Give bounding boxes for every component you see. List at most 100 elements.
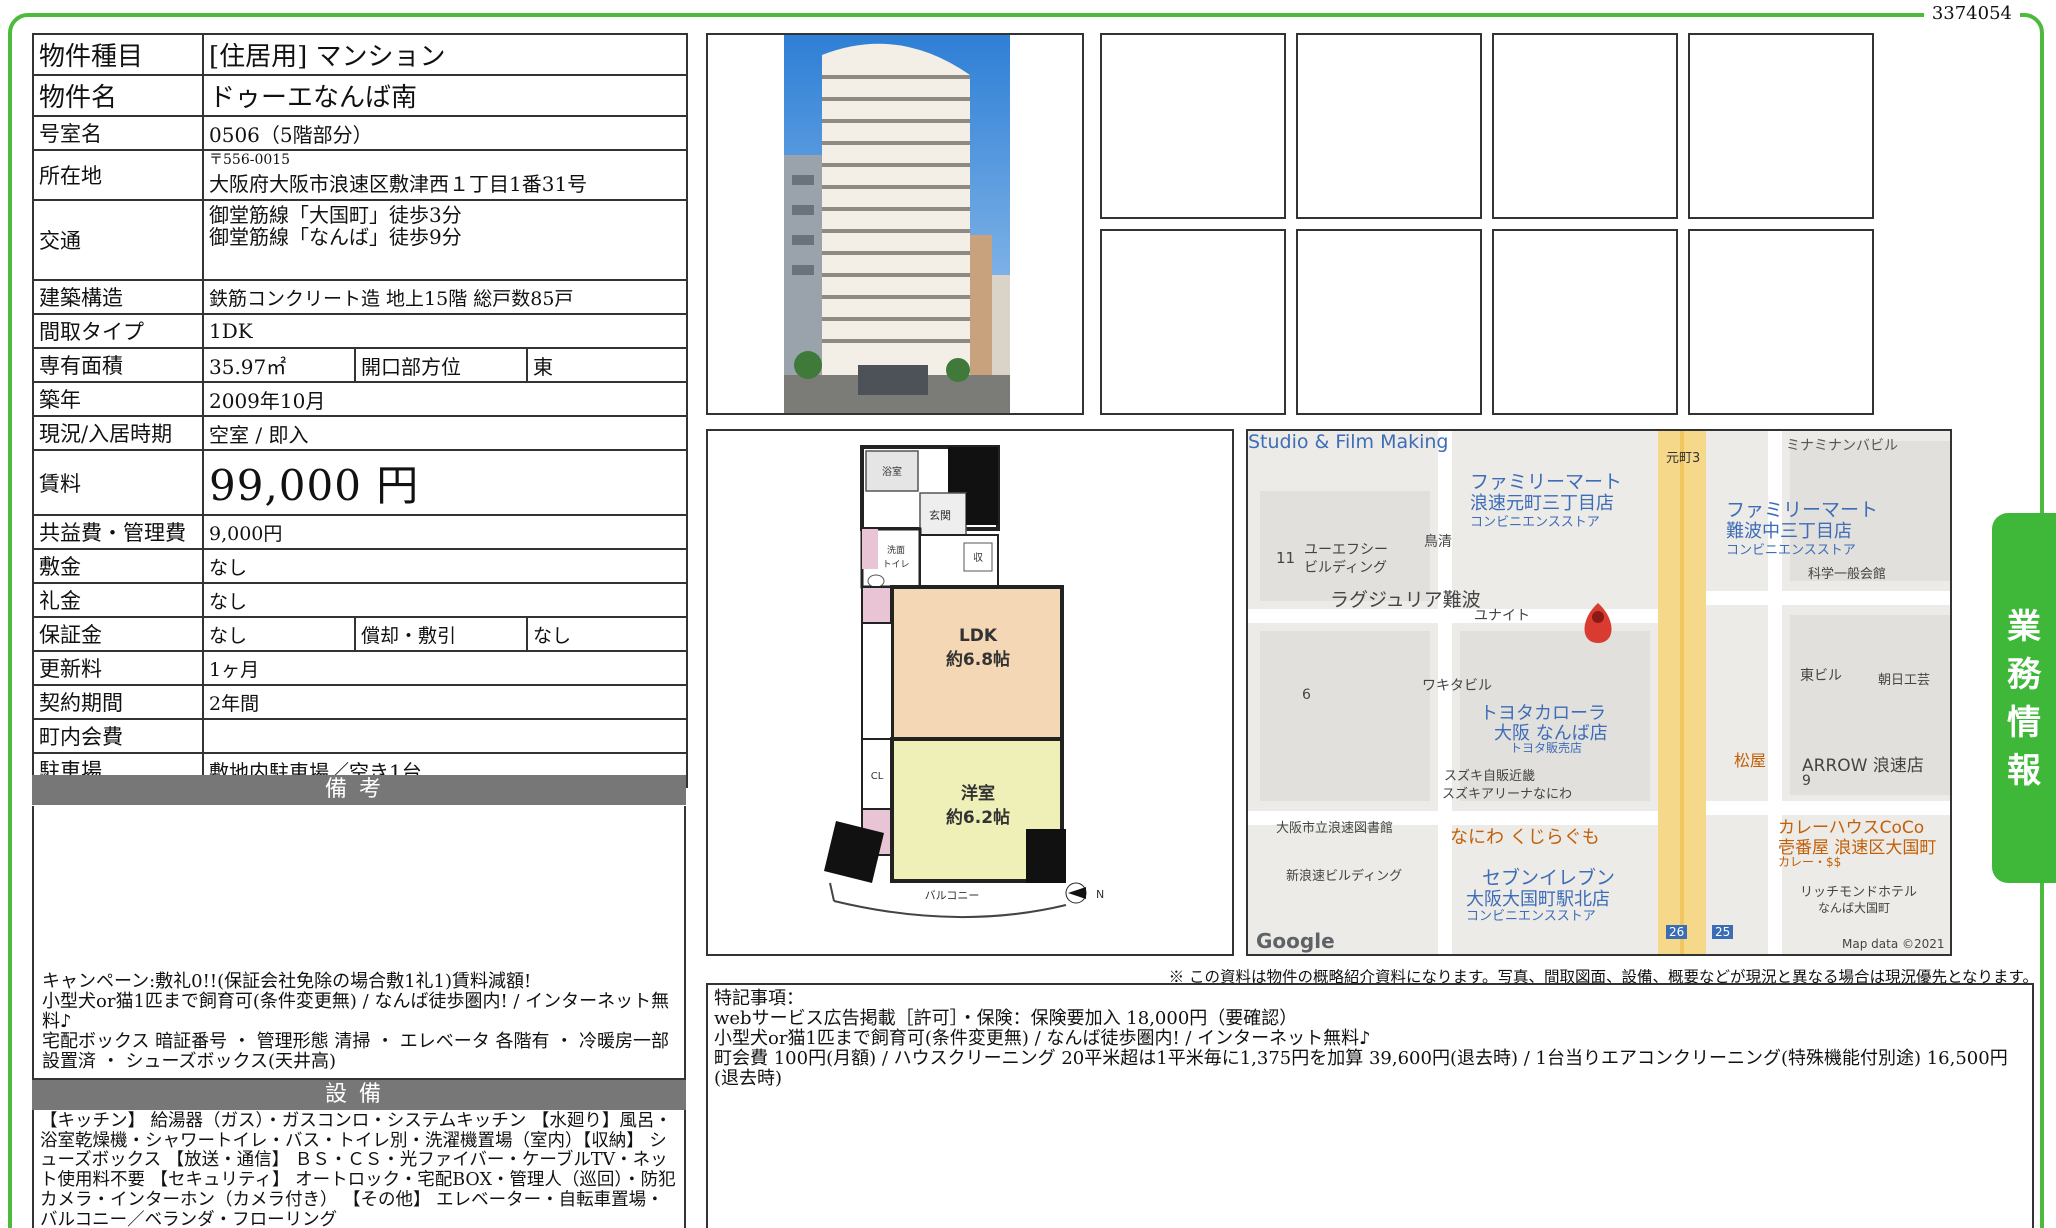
fee-label: 共益費・管理費: [32, 514, 204, 550]
name-value: ドゥーエなんば南: [201, 74, 689, 117]
structure-value: 鉄筋コンクリート造 地上15階 総戸数85戸: [201, 279, 689, 315]
fp-ldk-size: 約6.8帖: [946, 649, 1010, 670]
map-label-37: リッチモンドホテル: [1800, 885, 1918, 900]
fp-bath-label: 浴室: [882, 465, 902, 478]
map-label-8: コンビニエンスストア: [1726, 543, 1856, 558]
address-label: 所在地: [32, 149, 204, 201]
map-label-33: 新浪速ビルディング: [1286, 869, 1403, 884]
map-label-18: 東ビル: [1800, 668, 1842, 684]
layout-value: 1DK: [201, 313, 689, 349]
photo-slot-3: [1492, 33, 1678, 219]
map-label-24: ARROW 浪速店: [1802, 756, 1924, 776]
structure-label: 建築構造: [32, 279, 204, 315]
term-value: 2年間: [201, 684, 689, 720]
remarks-heading: 特記事項：: [714, 988, 804, 1009]
photo-slot-1: [1100, 33, 1286, 219]
rent-label: 賃料: [32, 449, 204, 516]
built-label: 築年: [32, 381, 204, 417]
property-spec-table: 物件種目 [住居用] マンション 物件名 ドゥーエなんば南 号室名 0506（5階部分…: [32, 33, 689, 788]
business-info-tab-label: 業務情報: [2007, 607, 2041, 791]
equipment-box: 【キッチン】 給湯器（ガス）・ガスコンロ・システムキッチン 【水廻り】風呂・浴室…: [32, 1110, 686, 1228]
map-label-26: スズキ自販近畿: [1444, 769, 1536, 784]
guarantee-value: なし: [202, 616, 356, 652]
keymoney-label: 礼金: [32, 582, 204, 618]
building-photo-frame: [706, 33, 1084, 415]
type-value: [住居用] マンション: [201, 33, 689, 76]
fp-washroom-label: 洗面: [887, 544, 905, 556]
keymoney-value: なし: [201, 582, 689, 618]
layout-label: 間取タイプ: [32, 313, 204, 349]
fp-western-label: 洋室: [961, 783, 995, 804]
notes-text: キャンペーン:敷礼0!!(保証会社免除の場合敷1礼1)賃料減額! 小型犬or猫1…: [42, 971, 670, 1072]
direction-value: 東: [525, 347, 689, 383]
photo-slot-4: [1688, 33, 1874, 219]
photo-slot-2: [1296, 33, 1482, 219]
area-label: 専有面積: [32, 347, 204, 383]
direction-label: 開口部方位: [354, 347, 528, 383]
map-label-40: 25: [1712, 925, 1734, 939]
fp-western-size: 約6.2帖: [946, 807, 1010, 828]
fp-balcony-label: バルコニー: [925, 889, 980, 902]
fee-value: 9,000円: [201, 514, 689, 550]
map-label-13: 科学一般会館: [1808, 567, 1887, 582]
notes-heading: 備考: [32, 775, 686, 805]
special-remarks: 特記事項： webサービス広告掲載［許可］・保険：保険要加入 18,000円（要…: [706, 983, 2034, 1228]
map-label-9: ユーエフシー: [1304, 542, 1388, 558]
map-label-11: 11: [1276, 549, 1296, 567]
map-label-22: トヨタ販売店: [1510, 741, 1583, 755]
amort-value: なし: [525, 616, 689, 652]
fp-toilet-label: トイレ: [882, 560, 909, 570]
map-label-0: Studio & Film Making: [1248, 431, 1449, 453]
fp-ldk-label: LDK: [959, 626, 998, 646]
built-value: 2009年10月: [201, 381, 689, 417]
map-label-15: ユナイト: [1474, 608, 1530, 624]
photo-slot-5: [1100, 229, 1286, 415]
map-label-3: コンビニエンスストア: [1470, 515, 1600, 530]
map-label-10: ビルディング: [1304, 560, 1388, 576]
room-label: 号室名: [32, 115, 204, 151]
townfee-value: [201, 718, 689, 754]
photo-slot-7: [1492, 229, 1678, 415]
transport-line-1: 御堂筋線「大国町」徒歩3分: [209, 203, 462, 227]
address-value: 大阪府大阪市浪速区敷津西１丁目1番31号: [209, 172, 588, 196]
photo-slot-8: [1688, 229, 1874, 415]
equipment-text: 【キッチン】 給湯器（ガス）・ガスコンロ・システムキッチン 【水廻り】風呂・浴室…: [40, 1111, 676, 1228]
map-label-29: なにわ くじらぐも: [1450, 827, 1600, 848]
document-id: 3374054: [1923, 2, 2020, 26]
equipment-heading: 設備: [32, 1080, 686, 1110]
transport-line-2: 御堂筋線「なんば」徒歩9分: [209, 225, 462, 249]
term-label: 契約期間: [32, 684, 204, 720]
map-label-5: ミナミナンバビル: [1786, 438, 1898, 454]
transport-cell: 御堂筋線「大国町」徒歩3分 御堂筋線「なんば」徒歩9分: [201, 199, 689, 281]
transport-label: 交通: [32, 199, 204, 281]
map-label-16: 朝日工芸: [1878, 673, 1931, 688]
map-label-14: ラグジュリア難波: [1330, 589, 1481, 611]
area-value: 35.97㎡: [202, 347, 356, 383]
map-label-39: 26: [1666, 925, 1688, 939]
photo-slot-6: [1296, 229, 1482, 415]
fp-shoe-label: 収: [973, 552, 983, 564]
notes-box: キャンペーン:敷礼0!!(保証会社免除の場合敷1礼1)賃料減額! 小型犬or猫1…: [32, 806, 686, 1080]
map-label-32: カレー・$$: [1778, 855, 1842, 869]
remarks-line-3: 町会費 100円(月額) / ハウスクリーニング 20平米超は1平米毎に1,37…: [714, 1048, 2008, 1089]
map-label-38: なんば大国町: [1818, 901, 1891, 915]
map-label-28: 大阪市立浪速図書館: [1276, 821, 1394, 836]
map-label-27: スズキアリーナなにわ: [1442, 787, 1573, 802]
zip-code: 〒556-0015: [209, 152, 291, 168]
map-label-41: Google: [1256, 929, 1335, 953]
room-value: 0506（5階部分）: [201, 115, 689, 151]
floorplan-frame: 浴室 玄関 洗面 トイレ 収 LDK 約6.8帖 CL 洋室 約6.2帖 バルコ…: [706, 429, 1234, 956]
map-label-4: 元町3: [1666, 451, 1701, 466]
townfee-label: 町内会費: [32, 718, 204, 754]
location-map: Studio & Film Making ファミリーマート 浪速元町三丁目店 コ…: [1246, 429, 1952, 956]
fp-closet-label: CL: [871, 771, 884, 782]
map-label-23: 松屋: [1734, 751, 1767, 770]
fp-entrance-label: 玄関: [929, 508, 951, 522]
deposit-label: 敷金: [32, 548, 204, 584]
map-label-12: 鳥清: [1424, 534, 1452, 550]
status-value: 空室 / 即入: [201, 415, 689, 451]
map-label-42: Map data ©2021: [1842, 937, 1945, 951]
deposit-value: なし: [201, 548, 689, 584]
business-info-tab[interactable]: 業務情報: [1992, 513, 2056, 883]
remarks-line-2: 小型犬or猫1匹まで飼育可(条件変更無) / なんば徒歩圏内! / インターネッ…: [714, 1028, 1371, 1049]
